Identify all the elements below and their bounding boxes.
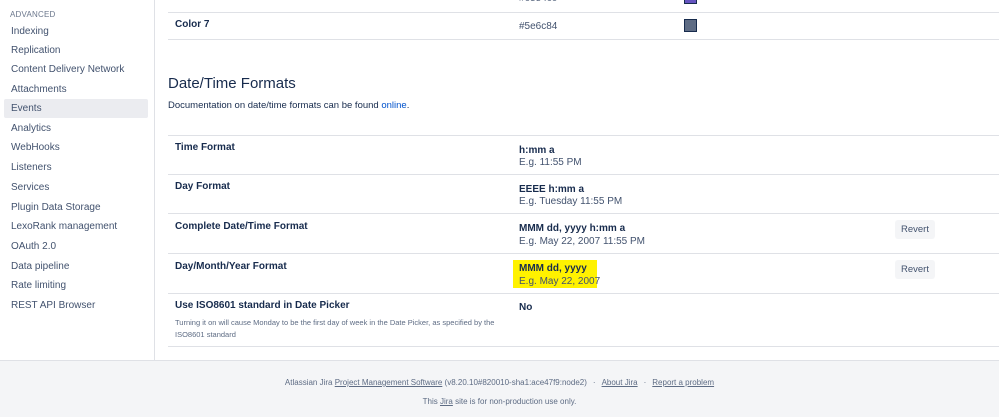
- footer-jira-link[interactable]: Jira: [440, 397, 453, 406]
- footer-version: (v8.20.10#820010-sha1:ace47f9:node2): [442, 378, 587, 387]
- color-value-partial: #6554c0: [519, 0, 557, 4]
- sidebar-item-analytics[interactable]: Analytics: [4, 119, 148, 138]
- footer-about-link[interactable]: About Jira: [602, 378, 638, 387]
- sidebar-heading-advanced: ADVANCED: [10, 10, 56, 19]
- format-row-iso: Use ISO8601 standard in Date Picker No T…: [168, 294, 999, 347]
- complete-format-label: Complete Date/Time Format: [175, 221, 308, 232]
- complete-format-value: MMM dd, yyyy h:mm a: [519, 223, 626, 234]
- sidebar-item-rate-limiting[interactable]: Rate limiting: [4, 276, 148, 295]
- color-row-partial: #6554c0: [168, 0, 999, 13]
- doc-text-end: .: [406, 100, 410, 111]
- footer-line2-suffix: site is for non-production use only.: [452, 397, 577, 406]
- format-row-time: Time Format h:mm a E.g. 11:55 PM: [168, 136, 999, 175]
- time-format-value: h:mm a: [519, 145, 555, 156]
- doc-text-prefix: Documentation on date/time formats can b…: [168, 100, 382, 111]
- day-format-value: EEEE h:mm a: [519, 184, 585, 195]
- format-row-dmy: Day/Month/Year Format MMM dd, yyyy E.g. …: [168, 254, 999, 294]
- sidebar-item-replication[interactable]: Replication: [4, 41, 148, 60]
- color-row-7: Color 7 #5e6c84: [168, 13, 999, 40]
- sidebar-item-attachments[interactable]: Attachments: [4, 80, 148, 99]
- footer-separator-dot: ·: [592, 378, 596, 387]
- color-7-label: Color 7: [175, 19, 210, 30]
- section-title: Date/Time Formats: [168, 75, 296, 92]
- footer-report-link[interactable]: Report a problem: [652, 378, 714, 387]
- main-content: #6554c0 Color 7 #5e6c84 Date/Time Format…: [168, 0, 999, 360]
- iso-label: Use ISO8601 standard in Date Picker: [175, 300, 350, 311]
- admin-sidebar: ADVANCED Indexing Replication Content De…: [0, 0, 155, 360]
- doc-online-link[interactable]: online: [381, 100, 406, 111]
- footer-pms-link[interactable]: Project Management Software: [335, 378, 443, 387]
- footer-separator-dot: ·: [643, 378, 647, 387]
- sidebar-item-webhooks[interactable]: WebHooks: [4, 138, 148, 157]
- dmy-format-label: Day/Month/Year Format: [175, 261, 287, 272]
- footer-line-2: This Jira site is for non-production use…: [0, 397, 999, 406]
- day-format-label: Day Format: [175, 181, 231, 192]
- sidebar-item-services[interactable]: Services: [4, 178, 148, 197]
- color-7-value: #5e6c84: [519, 21, 558, 32]
- day-format-example: E.g. Tuesday 11:55 PM: [519, 196, 623, 207]
- sidebar-item-indexing[interactable]: Indexing: [4, 22, 148, 41]
- sidebar-item-plugin-data-storage[interactable]: Plugin Data Storage: [4, 198, 148, 217]
- sidebar-item-lexorank[interactable]: LexoRank management: [4, 217, 148, 236]
- iso-value: No: [519, 302, 533, 313]
- sidebar-item-data-pipeline[interactable]: Data pipeline: [4, 257, 148, 276]
- format-row-complete: Complete Date/Time Format MMM dd, yyyy h…: [168, 214, 999, 254]
- footer-prefix: Atlassian Jira: [284, 378, 335, 387]
- sidebar-item-listeners[interactable]: Listeners: [4, 158, 148, 177]
- footer-line-1: Atlassian Jira Project Management Softwa…: [0, 378, 999, 387]
- revert-complete-button[interactable]: Revert: [895, 220, 935, 239]
- color-swatch-partial[interactable]: [684, 0, 697, 4]
- format-row-day: Day Format EEEE h:mm a E.g. Tuesday 11:5…: [168, 175, 999, 214]
- sidebar-item-events[interactable]: Events: [4, 99, 148, 118]
- sidebar-item-rest-api-browser[interactable]: REST API Browser: [4, 296, 148, 315]
- complete-format-example: E.g. May 22, 2007 11:55 PM: [519, 236, 646, 247]
- footer-line2-prefix: This: [422, 397, 440, 406]
- dmy-format-value: MMM dd, yyyy: [519, 263, 587, 274]
- revert-dmy-button[interactable]: Revert: [895, 260, 935, 279]
- doc-text: Documentation on date/time formats can b…: [168, 100, 409, 111]
- color-7-swatch[interactable]: [684, 19, 697, 32]
- sidebar-item-oauth[interactable]: OAuth 2.0: [4, 237, 148, 256]
- iso-description: Turning it on will cause Monday to be th…: [175, 318, 495, 339]
- time-format-label: Time Format: [175, 142, 235, 153]
- time-format-example: E.g. 11:55 PM: [519, 157, 582, 168]
- page-footer: Atlassian Jira Project Management Softwa…: [0, 360, 999, 417]
- sidebar-item-cdn[interactable]: Content Delivery Network: [4, 60, 148, 79]
- dmy-format-example: E.g. May 22, 2007: [519, 276, 601, 287]
